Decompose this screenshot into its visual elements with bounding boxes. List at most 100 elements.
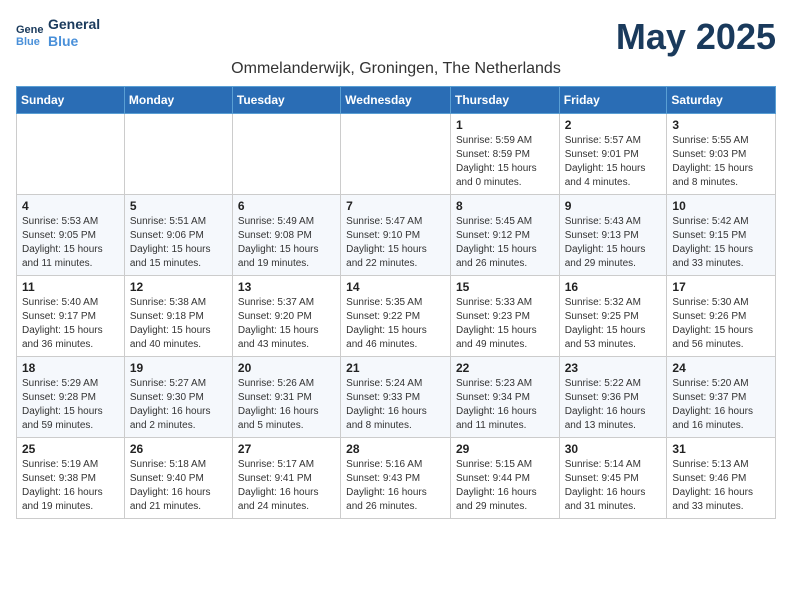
day-number: 7 (346, 199, 445, 213)
day-number: 13 (238, 280, 335, 294)
day-number: 8 (456, 199, 554, 213)
day-number: 27 (238, 442, 335, 456)
day-info: Sunrise: 5:59 AMSunset: 8:59 PMDaylight:… (456, 134, 554, 190)
calendar-cell: 2Sunrise: 5:57 AMSunset: 9:01 PMDaylight… (559, 114, 667, 195)
day-info: Sunrise: 5:26 AMSunset: 9:31 PMDaylight:… (238, 377, 335, 433)
day-info: Sunrise: 5:29 AMSunset: 9:28 PMDaylight:… (22, 377, 119, 433)
day-number: 23 (565, 361, 662, 375)
calendar-cell: 15 Sunrise: 5:33 AMSunset: 9:23 PMDayligh… (450, 276, 559, 357)
day-number: 17 (672, 280, 770, 294)
calendar-cell (232, 114, 340, 195)
svg-text:Blue: Blue (16, 36, 40, 47)
day-info: Sunrise: 5:17 AMSunset: 9:41 PMDaylight:… (238, 458, 335, 514)
calendar-cell: 30 Sunrise: 5:14 AMSunset: 9:45 PMDayligh… (559, 438, 667, 519)
calendar-cell: 21Sunrise: 5:24 AMSunset: 9:33 PMDayligh… (341, 357, 451, 438)
day-info: Sunrise: 5:32 AMSunset: 9:25 PMDaylight:… (565, 296, 662, 352)
weekday-header-saturday: Saturday (667, 87, 776, 114)
calendar-cell: 23 Sunrise: 5:22 AMSunset: 9:36 PMDayligh… (559, 357, 667, 438)
day-number: 22 (456, 361, 554, 375)
calendar-cell: 25 Sunrise: 5:19 AMSunset: 9:38 PMDayligh… (17, 438, 125, 519)
day-info: Sunrise: 5:40 AMSunset: 9:17 PMDaylight:… (22, 296, 119, 352)
day-info: Sunrise: 5:53 AMSunset: 9:05 PMDaylight:… (22, 215, 119, 271)
calendar-cell: 5Sunrise: 5:51 AMSunset: 9:06 PMDaylight… (124, 195, 232, 276)
day-info: Sunrise: 5:19 AMSunset: 9:38 PMDaylight:… (22, 458, 119, 514)
day-number: 31 (672, 442, 770, 456)
day-number: 10 (672, 199, 770, 213)
calendar-cell: 31 Sunrise: 5:13 AMSunset: 9:46 PMDayligh… (667, 438, 776, 519)
day-number: 20 (238, 361, 335, 375)
calendar-cell: 4 Sunrise: 5:53 AMSunset: 9:05 PMDaylight… (17, 195, 125, 276)
calendar-table: SundayMondayTuesdayWednesdayThursdayFrid… (16, 86, 776, 519)
day-info: Sunrise: 5:30 AMSunset: 9:26 PMDaylight:… (672, 296, 770, 352)
day-number: 26 (130, 442, 227, 456)
calendar-cell: 14Sunrise: 5:35 AMSunset: 9:22 PMDayligh… (341, 276, 451, 357)
day-number: 6 (238, 199, 335, 213)
day-info: Sunrise: 5:49 AMSunset: 9:08 PMDaylight:… (238, 215, 335, 271)
calendar-cell: 13Sunrise: 5:37 AMSunset: 9:20 PMDayligh… (232, 276, 340, 357)
calendar-cell: 20 Sunrise: 5:26 AMSunset: 9:31 PMDayligh… (232, 357, 340, 438)
day-info: Sunrise: 5:14 AMSunset: 9:45 PMDaylight:… (565, 458, 662, 514)
logo-blue: Blue (48, 33, 100, 50)
calendar-cell: 29 Sunrise: 5:15 AMSunset: 9:44 PMDayligh… (450, 438, 559, 519)
calendar-cell: 3 Sunrise: 5:55 AMSunset: 9:03 PMDaylight… (667, 114, 776, 195)
day-info: Sunrise: 5:55 AMSunset: 9:03 PMDaylight:… (672, 134, 770, 190)
day-number: 24 (672, 361, 770, 375)
calendar-cell: 28Sunrise: 5:16 AMSunset: 9:43 PMDayligh… (341, 438, 451, 519)
day-number: 2 (565, 118, 662, 132)
day-number: 11 (22, 280, 119, 294)
calendar-cell: 11 Sunrise: 5:40 AMSunset: 9:17 PMDayligh… (17, 276, 125, 357)
svg-text:General: General (16, 24, 44, 36)
day-number: 5 (130, 199, 227, 213)
subtitle: Ommelanderwijk, Groningen, The Netherlan… (16, 60, 776, 78)
weekday-header-wednesday: Wednesday (341, 87, 451, 114)
calendar-cell: 10 Sunrise: 5:42 AMSunset: 9:15 PMDayligh… (667, 195, 776, 276)
day-number: 14 (346, 280, 445, 294)
calendar-cell (17, 114, 125, 195)
day-number: 21 (346, 361, 445, 375)
calendar-cell: 18 Sunrise: 5:29 AMSunset: 9:28 PMDayligh… (17, 357, 125, 438)
weekday-header-sunday: Sunday (17, 87, 125, 114)
day-number: 29 (456, 442, 554, 456)
day-info: Sunrise: 5:23 AMSunset: 9:34 PMDaylight:… (456, 377, 554, 433)
day-info: Sunrise: 5:43 AMSunset: 9:13 PMDaylight:… (565, 215, 662, 271)
calendar-cell: 12 Sunrise: 5:38 AMSunset: 9:18 PMDayligh… (124, 276, 232, 357)
weekday-header-thursday: Thursday (450, 87, 559, 114)
logo-icon: General Blue (16, 19, 44, 47)
day-info: Sunrise: 5:13 AMSunset: 9:46 PMDaylight:… (672, 458, 770, 514)
weekday-header-tuesday: Tuesday (232, 87, 340, 114)
day-info: Sunrise: 5:15 AMSunset: 9:44 PMDaylight:… (456, 458, 554, 514)
day-info: Sunrise: 5:42 AMSunset: 9:15 PMDaylight:… (672, 215, 770, 271)
day-info: Sunrise: 5:45 AMSunset: 9:12 PMDaylight:… (456, 215, 554, 271)
day-number: 1 (456, 118, 554, 132)
calendar-cell (341, 114, 451, 195)
day-info: Sunrise: 5:38 AMSunset: 9:18 PMDaylight:… (130, 296, 227, 352)
day-info: Sunrise: 5:47 AMSunset: 9:10 PMDaylight:… (346, 215, 445, 271)
day-info: Sunrise: 5:33 AMSunset: 9:23 PMDaylight:… (456, 296, 554, 352)
day-info: Sunrise: 5:16 AMSunset: 9:43 PMDaylight:… (346, 458, 445, 514)
calendar-cell: 24Sunrise: 5:20 AMSunset: 9:37 PMDayligh… (667, 357, 776, 438)
calendar-cell: 16 Sunrise: 5:32 AMSunset: 9:25 PMDayligh… (559, 276, 667, 357)
month-title: May 2025 (616, 16, 776, 58)
day-number: 12 (130, 280, 227, 294)
calendar-cell: 7 Sunrise: 5:47 AMSunset: 9:10 PMDaylight… (341, 195, 451, 276)
day-info: Sunrise: 5:27 AMSunset: 9:30 PMDaylight:… (130, 377, 227, 433)
calendar-cell: 17 Sunrise: 5:30 AMSunset: 9:26 PMDayligh… (667, 276, 776, 357)
day-number: 4 (22, 199, 119, 213)
logo: General Blue General Blue (16, 16, 100, 50)
calendar-cell: 6 Sunrise: 5:49 AMSunset: 9:08 PMDaylight… (232, 195, 340, 276)
calendar-cell: 1 Sunrise: 5:59 AMSunset: 8:59 PMDaylight… (450, 114, 559, 195)
calendar-cell: 8 Sunrise: 5:45 AMSunset: 9:12 PMDaylight… (450, 195, 559, 276)
day-number: 18 (22, 361, 119, 375)
day-number: 30 (565, 442, 662, 456)
day-number: 16 (565, 280, 662, 294)
calendar-cell: 9Sunrise: 5:43 AMSunset: 9:13 PMDaylight… (559, 195, 667, 276)
weekday-header-friday: Friday (559, 87, 667, 114)
day-number: 15 (456, 280, 554, 294)
logo-general: General (48, 16, 100, 33)
day-number: 19 (130, 361, 227, 375)
day-info: Sunrise: 5:22 AMSunset: 9:36 PMDaylight:… (565, 377, 662, 433)
day-number: 25 (22, 442, 119, 456)
day-number: 3 (672, 118, 770, 132)
weekday-header-monday: Monday (124, 87, 232, 114)
calendar-cell (124, 114, 232, 195)
